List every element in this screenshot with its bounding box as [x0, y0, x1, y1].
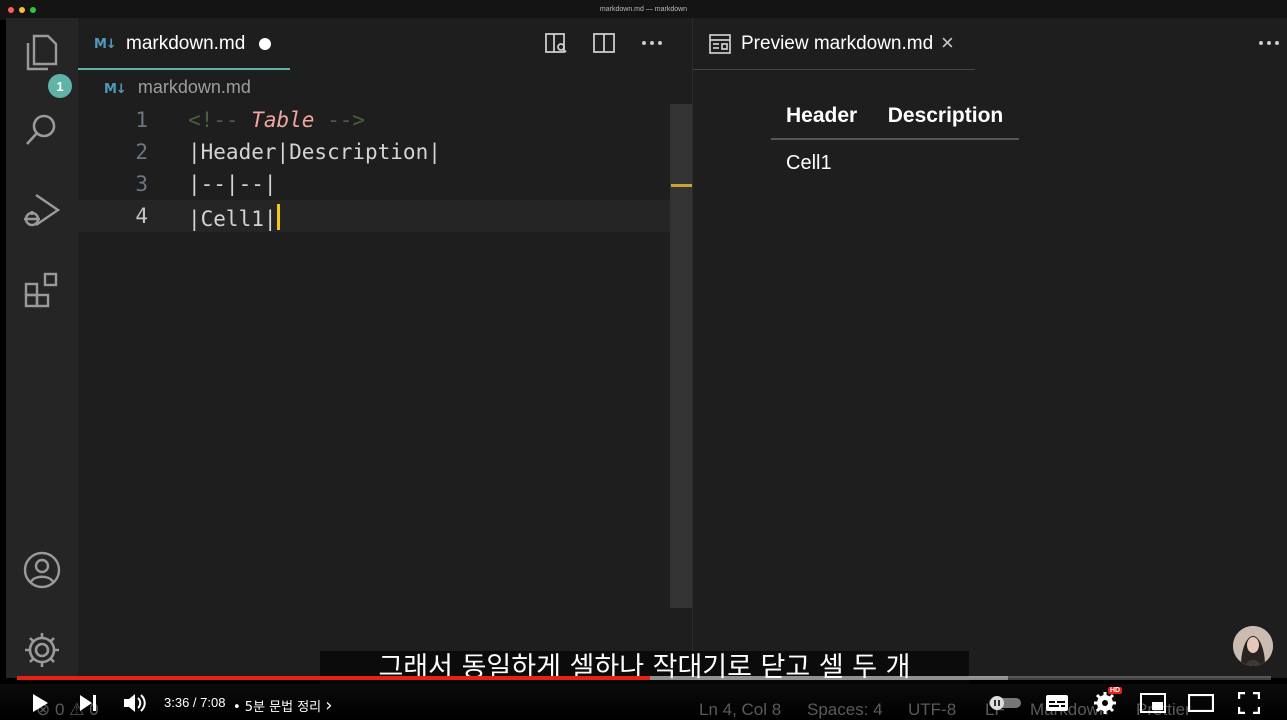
tab-markdown-md[interactable]: M↓ markdown.md: [78, 18, 290, 70]
mute-button[interactable]: [121, 690, 147, 716]
markdown-file-icon: M↓: [94, 37, 117, 52]
run-debug-button[interactable]: [22, 190, 62, 230]
explorer-button[interactable]: [22, 32, 62, 72]
manage-button[interactable]: [22, 630, 62, 670]
unsaved-dot-icon[interactable]: [259, 38, 271, 50]
editor-scrollbar[interactable]: [670, 104, 692, 608]
table-cell: [873, 139, 1019, 187]
more-icon: [642, 41, 662, 45]
fullscreen-icon: [1238, 692, 1260, 714]
avatar-icon: [1233, 626, 1273, 666]
hd-badge: HD: [1108, 687, 1123, 694]
close-icon[interactable]: ×: [941, 30, 954, 56]
explorer-badge: 1: [48, 74, 72, 98]
markdown-file-icon: M↓: [104, 82, 127, 97]
preview-icon: [709, 34, 731, 54]
extensions-button[interactable]: [22, 270, 62, 310]
progress-played: [17, 676, 651, 680]
volume-icon: [124, 694, 146, 712]
files-icon: [26, 34, 58, 71]
theater-mode-icon: [1188, 694, 1214, 712]
preview-group: Preview markdown.md × Header Description…: [692, 18, 1287, 678]
preview-more-actions-button[interactable]: [1256, 30, 1282, 56]
line-number: 2: [135, 140, 148, 164]
status-spaces: Spaces: 4: [807, 700, 883, 719]
code-line[interactable]: 2 |Header|Description|: [78, 136, 692, 168]
search-button[interactable]: [22, 110, 62, 150]
preview-table: Header Description Cell1: [771, 98, 1019, 187]
channel-avatar[interactable]: [1233, 626, 1273, 666]
line-number: 4: [135, 204, 148, 228]
account-icon: [23, 551, 61, 589]
video-controls: ⊗ 0 ⚠ 0 Ln 4, Col 8 Spaces: 4 UTF-8 LF M…: [0, 684, 1287, 720]
video-chapter[interactable]: • 5분 문법 정리 ›: [233, 695, 332, 716]
gear-icon: [1094, 692, 1116, 714]
tab-label: markdown.md: [126, 33, 246, 54]
code-line[interactable]: 1 <!-- Table -->: [78, 104, 692, 136]
code-line-current[interactable]: 4 |Cell1|: [78, 200, 692, 232]
line-text: |Cell1|: [188, 204, 280, 231]
editor-more-actions-button[interactable]: [639, 30, 665, 56]
search-icon: [26, 114, 56, 145]
subtitles-icon: [1046, 695, 1068, 711]
gear-icon: [25, 633, 59, 667]
status-position: Ln 4, Col 8: [699, 700, 782, 719]
video-time: 3:36 / 7:08: [164, 695, 226, 710]
more-icon: [1259, 41, 1279, 45]
open-preview-side-button[interactable]: [543, 30, 569, 56]
line-text-content: |Cell1|: [188, 207, 277, 231]
autoplay-toggle[interactable]: [987, 690, 1023, 716]
split-editor-button[interactable]: [591, 30, 617, 56]
line-number: 1: [135, 108, 148, 132]
breadcrumb[interactable]: M↓ markdown.md: [104, 77, 251, 98]
next-icon: [80, 695, 96, 711]
miniplayer-button[interactable]: [1140, 690, 1166, 716]
open-preview-icon: [545, 33, 567, 53]
next-button[interactable]: [75, 690, 101, 716]
code-line[interactable]: 3 |--|--|: [78, 168, 692, 200]
line-text: <!-- Table -->: [188, 108, 365, 132]
table-header-row: Header Description: [771, 98, 1019, 140]
window-titlebar: markdown.md — markdown: [0, 0, 1287, 20]
split-editor-icon: [593, 33, 615, 53]
video-progress-bar[interactable]: [17, 676, 1271, 680]
settings-button[interactable]: HD: [1092, 687, 1123, 716]
subtitles-button[interactable]: [1044, 690, 1070, 716]
activity-bar: 1: [6, 18, 78, 678]
comment-word: Table: [251, 108, 315, 132]
line-text: |--|--|: [188, 172, 277, 196]
comment-close: -->: [314, 108, 366, 132]
extensions-icon: [24, 272, 58, 308]
table-header-cell: Description: [872, 98, 1019, 140]
scrollbar-cursor-marker: [671, 184, 692, 187]
editor-tabbar: M↓ markdown.md: [78, 18, 692, 70]
play-button[interactable]: [27, 690, 53, 716]
accounts-button[interactable]: [22, 550, 62, 590]
table-header-cell: Header: [771, 98, 873, 140]
line-text: |Header|Description|: [188, 140, 441, 164]
theater-mode-button[interactable]: [1188, 690, 1214, 716]
table-cell: Cell1: [786, 152, 832, 174]
breadcrumb-file[interactable]: markdown.md: [138, 77, 251, 97]
play-icon: [33, 694, 48, 712]
tab-preview[interactable]: Preview markdown.md ×: [693, 18, 975, 70]
autoplay-toggle-icon: [989, 696, 1021, 710]
fullscreen-button[interactable]: [1236, 690, 1262, 716]
comment-open: <!--: [188, 108, 252, 132]
chevron-right-icon: ›: [325, 695, 333, 716]
status-encoding: UTF-8: [908, 700, 957, 719]
chapter-title: • 5분 문법 정리: [233, 700, 322, 715]
miniplayer-icon: [1140, 693, 1166, 713]
preview-tab-label: Preview markdown.md: [741, 33, 934, 54]
text-cursor: [276, 204, 280, 230]
line-number: 3: [135, 172, 148, 196]
run-debug-icon: [24, 194, 61, 227]
table-row: Cell1: [771, 139, 1019, 187]
window-title: markdown.md — markdown: [599, 6, 688, 13]
editor-group: M↓ markdown.md M↓ markdown.md 1 <!-- Tabl…: [78, 18, 692, 678]
